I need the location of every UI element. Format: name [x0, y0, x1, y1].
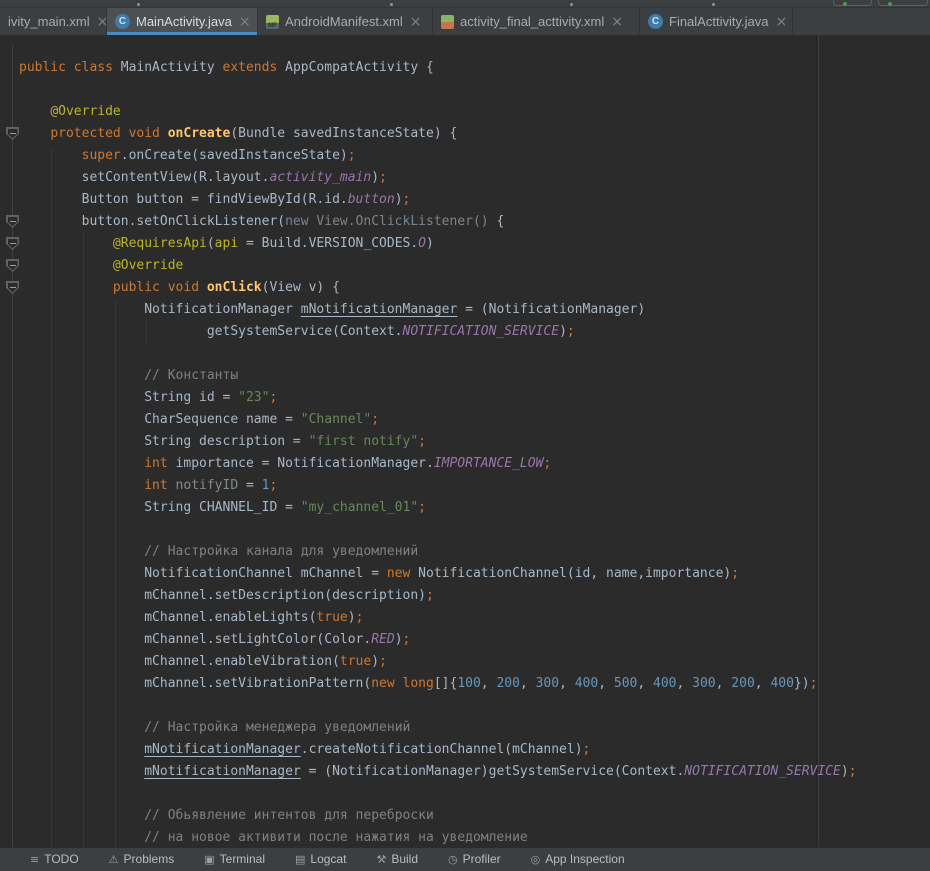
layout-file-icon: [441, 15, 454, 29]
code-line[interactable]: public class MainActivity extends AppCom…: [0, 57, 930, 79]
code-line[interactable]: mNotificationManager.createNotificationC…: [0, 739, 930, 761]
code-line[interactable]: int notifyID = 1;: [0, 475, 930, 497]
tab-label: FinalActtivity.java: [669, 14, 768, 29]
profiler-icon: ◷: [448, 853, 458, 866]
code-line[interactable]: String description = "first notify";: [0, 431, 930, 453]
java-class-icon: C: [115, 14, 130, 29]
tool-window-button-problems[interactable]: ⚠ Problems: [109, 852, 175, 866]
build-icon: ⚒: [376, 853, 386, 866]
problems-icon: ⚠: [109, 853, 119, 866]
run-icon[interactable]: [888, 2, 892, 6]
code-line[interactable]: String id = "23";: [0, 387, 930, 409]
logcat-icon: ▤: [295, 853, 305, 866]
code-line[interactable]: [0, 79, 930, 101]
tab-bar: ivity_main.xml × C MainActivity.java × MF Andr…: [0, 8, 930, 35]
tab-androidmanifest-xml[interactable]: MF AndroidManifest.xml ×: [258, 8, 433, 35]
tab-close-icon[interactable]: ×: [238, 15, 252, 29]
tool-window-label: TODO: [44, 852, 78, 866]
code-line[interactable]: // Настройка менеджера уведомлений: [0, 717, 930, 739]
code-line[interactable]: mChannel.setLightColor(Color.RED);: [0, 629, 930, 651]
code-line[interactable]: Button button = findViewById(R.id.button…: [0, 189, 930, 211]
tool-window-button-build[interactable]: ⚒ Build: [376, 852, 418, 866]
code-line[interactable]: mChannel.setDescription(description);: [0, 585, 930, 607]
tab-label: ivity_main.xml: [8, 14, 90, 29]
tool-window-label: Logcat: [310, 852, 346, 866]
code-line[interactable]: public void onClick(View v) {: [0, 277, 930, 299]
app-inspection-icon: ◎: [531, 853, 541, 866]
code-line[interactable]: @Override: [0, 255, 930, 277]
code-line[interactable]: int importance = NotificationManager.IMP…: [0, 453, 930, 475]
code-line[interactable]: NotificationChannel mChannel = new Notif…: [0, 563, 930, 585]
tool-window-button-app-inspection[interactable]: ◎ App Inspection: [531, 852, 625, 866]
code-line[interactable]: getSystemService(Context.NOTIFICATION_SE…: [0, 321, 930, 343]
code-line[interactable]: protected void onCreate(Bundle savedInst…: [0, 123, 930, 145]
code-line[interactable]: mChannel.enableLights(true);: [0, 607, 930, 629]
code-line[interactable]: String CHANNEL_ID = "my_channel_01";: [0, 497, 930, 519]
code-line[interactable]: mChannel.enableVibration(true);: [0, 651, 930, 673]
device-selector-button[interactable]: [878, 0, 928, 6]
code-area[interactable]: public class MainActivity extends AppCom…: [0, 57, 930, 849]
tab-close-icon[interactable]: ×: [774, 15, 788, 29]
code-line[interactable]: super.onCreate(savedInstanceState);: [0, 145, 930, 167]
fold-collapse-icon[interactable]: [6, 281, 19, 294]
tab-close-icon[interactable]: ×: [610, 15, 624, 29]
code-line[interactable]: @RequiresApi(api = Build.VERSION_CODES.O…: [0, 233, 930, 255]
code-line[interactable]: button.setOnClickListener(new View.OnCli…: [0, 211, 930, 233]
fold-collapse-icon[interactable]: [6, 237, 19, 250]
tab-finalacttivity-java[interactable]: C FinalActtivity.java ×: [640, 8, 793, 35]
code-line[interactable]: [0, 343, 930, 365]
java-class-icon: C: [648, 14, 663, 29]
tab-ivity-main-xml[interactable]: ivity_main.xml ×: [0, 8, 107, 35]
code-line[interactable]: mChannel.setVibrationPattern(new long[]{…: [0, 673, 930, 695]
code-line[interactable]: // Обьявление интентов для переброски: [0, 805, 930, 827]
run-config-button[interactable]: [833, 0, 872, 6]
fold-collapse-icon[interactable]: [6, 127, 19, 140]
fold-collapse-icon[interactable]: [6, 215, 19, 228]
toolbar-dot: [137, 3, 140, 6]
code-line[interactable]: setContentView(R.layout.activity_main);: [0, 167, 930, 189]
code-line[interactable]: NotificationManager mNotificationManager…: [0, 299, 930, 321]
tool-window-button-logcat[interactable]: ▤ Logcat: [295, 852, 346, 866]
tab-close-icon[interactable]: ×: [409, 15, 423, 29]
code-line[interactable]: [0, 783, 930, 805]
tool-window-label: App Inspection: [545, 852, 624, 866]
tool-window-bar: ≡ TODO ⚠ Problems ▣ Terminal ▤ Logcat ⚒ Build ◷ Pro…: [0, 847, 930, 871]
code-line[interactable]: [0, 695, 930, 717]
todo-icon: ≡: [30, 853, 39, 866]
tab-label: activity_final_acttivity.xml: [460, 14, 604, 29]
main-toolbar-strip: [0, 0, 930, 8]
tab-activity-final-acttivity-xml[interactable]: activity_final_acttivity.xml ×: [433, 8, 640, 35]
toolbar-dot: [570, 3, 573, 6]
tab-label: AndroidManifest.xml: [285, 14, 403, 29]
run-icon[interactable]: [843, 2, 847, 6]
tab-close-icon[interactable]: ×: [96, 15, 107, 29]
code-line[interactable]: mNotificationManager = (NotificationMana…: [0, 761, 930, 783]
tab-label: MainActivity.java: [136, 14, 232, 29]
code-line[interactable]: // Константы: [0, 365, 930, 387]
tool-window-label: Profiler: [463, 852, 501, 866]
manifest-file-icon: MF: [266, 15, 279, 29]
tool-window-button-todo[interactable]: ≡ TODO: [30, 852, 79, 866]
toolbar-dot: [712, 3, 715, 6]
tool-window-button-terminal[interactable]: ▣ Terminal: [204, 852, 265, 866]
tool-window-label: Build: [391, 852, 418, 866]
code-line[interactable]: [0, 519, 930, 541]
code-line[interactable]: CharSequence name = "Channel";: [0, 409, 930, 431]
code-line[interactable]: // на новое активити после нажатия на ув…: [0, 827, 930, 849]
code-line[interactable]: @Override: [0, 101, 930, 123]
toolbar-dot: [390, 3, 393, 6]
tool-window-button-profiler[interactable]: ◷ Profiler: [448, 852, 501, 866]
terminal-icon: ▣: [204, 853, 214, 866]
tool-window-label: Terminal: [220, 852, 265, 866]
tool-window-label: Problems: [124, 852, 175, 866]
code-editor[interactable]: public class MainActivity extends AppCom…: [0, 35, 930, 847]
tab-mainactivity-java[interactable]: C MainActivity.java ×: [107, 8, 258, 35]
code-line[interactable]: // Настройка канала для уведомлений: [0, 541, 930, 563]
fold-collapse-icon[interactable]: [6, 259, 19, 272]
